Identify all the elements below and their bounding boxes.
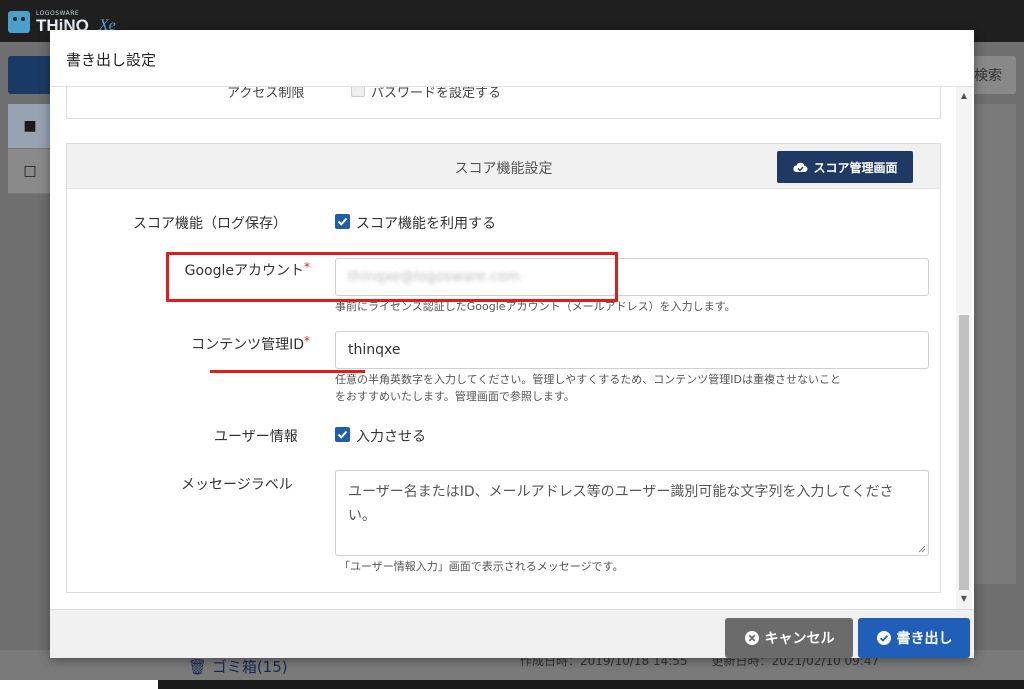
check-circle-icon — [876, 631, 891, 645]
dialog-footer: キャンセル 書き出し — [50, 609, 974, 658]
message-label-label: メッセージラベル — [181, 477, 293, 493]
export-label: 書き出し — [896, 631, 953, 647]
access-label: アクセス制限 — [227, 87, 305, 101]
os-taskbar — [158, 680, 1024, 689]
content-id-help-1: 任意の半角英数字を入力してください。管理しやすくするため、コンテンツ管理IDは重… — [335, 373, 841, 386]
dialog-body[interactable]: アクセス制限 パスワードを設定する スコア機能設定 スコア管理画面 スコア機能（… — [50, 87, 974, 609]
folder-icon[interactable]: ■ — [8, 104, 52, 149]
cancel-button[interactable]: キャンセル — [725, 618, 853, 658]
close-circle-icon — [744, 631, 759, 645]
content-id-help-2: をおすすめいたします。管理画面で参照します。 — [335, 390, 575, 403]
password-checkbox-label: パスワードを設定する — [371, 87, 502, 101]
score-feature-label: スコア機能（ログ保存） — [133, 216, 287, 232]
check-icon — [337, 217, 348, 226]
access-section: アクセス制限 パスワードを設定する — [66, 87, 941, 119]
message-label-help: 「ユーザー情報入力」画面で表示されるメッセージです。 — [339, 560, 624, 573]
background-panel — [974, 104, 1016, 584]
search-button[interactable]: 検索 — [970, 56, 1016, 94]
scroll-up-icon[interactable]: ▲ — [956, 89, 972, 103]
scroll-down-icon[interactable]: ▼ — [956, 592, 972, 606]
trash-label: ゴミ箱(15) — [211, 658, 288, 676]
content-id-value: thinqxe — [348, 342, 401, 358]
user-info-label: ユーザー情報 — [214, 429, 298, 445]
score-management-label: スコア管理画面 — [813, 160, 898, 175]
cloud-icon — [793, 162, 808, 172]
resize-grip-icon[interactable] — [918, 545, 926, 553]
highlight-box — [166, 252, 618, 302]
folder-outline-icon[interactable]: □ — [8, 149, 52, 194]
check-icon — [337, 430, 348, 439]
folder-sidebar: ■ □ — [8, 104, 52, 194]
content-id-input[interactable]: thinqxe — [335, 331, 929, 369]
highlight-underline — [210, 370, 365, 373]
score-feature-checkbox[interactable] — [335, 214, 350, 229]
dialog-header: 書き出し設定 — [50, 30, 974, 87]
score-feature-checkbox-label: スコア機能を利用する — [356, 216, 496, 232]
message-label-textarea[interactable]: ユーザー名またはID、メールアドレス等のユーザー識別可能な文字列を入力してくださ… — [335, 470, 929, 556]
export-settings-dialog: 書き出し設定 アクセス制限 パスワードを設定する スコア機能設定 スコア管理画面 — [50, 30, 974, 658]
section-header: スコア機能設定 スコア管理画面 — [67, 144, 940, 189]
content-id-label: コンテンツ管理ID* — [157, 334, 310, 354]
password-checkbox[interactable] — [351, 87, 365, 97]
dialog-title: 書き出し設定 — [66, 51, 157, 69]
score-settings-section: スコア機能設定 スコア管理画面 スコア機能（ログ保存） スコア機能を利用する G… — [66, 143, 941, 593]
user-info-checkbox-label: 入力させる — [356, 429, 426, 445]
content-id-label-text: コンテンツ管理ID — [191, 337, 304, 353]
score-management-button[interactable]: スコア管理画面 — [777, 151, 913, 183]
required-mark: * — [304, 334, 310, 348]
logo-icon — [8, 11, 30, 33]
cancel-label: キャンセル — [764, 631, 835, 647]
scroll-thumb[interactable] — [959, 315, 969, 590]
export-button[interactable]: 書き出し — [858, 618, 970, 658]
user-info-checkbox[interactable] — [335, 427, 350, 442]
trash-link[interactable]: 🗑 ゴミ箱(15) — [188, 656, 288, 677]
dialog-scrollbar[interactable]: ▲ ▼ — [956, 87, 972, 609]
bottom-strip — [0, 680, 158, 689]
message-label-value: ユーザー名またはID、メールアドレス等のユーザー識別可能な文字列を入力してくださ… — [348, 484, 894, 524]
new-content-button[interactable] — [8, 56, 52, 94]
